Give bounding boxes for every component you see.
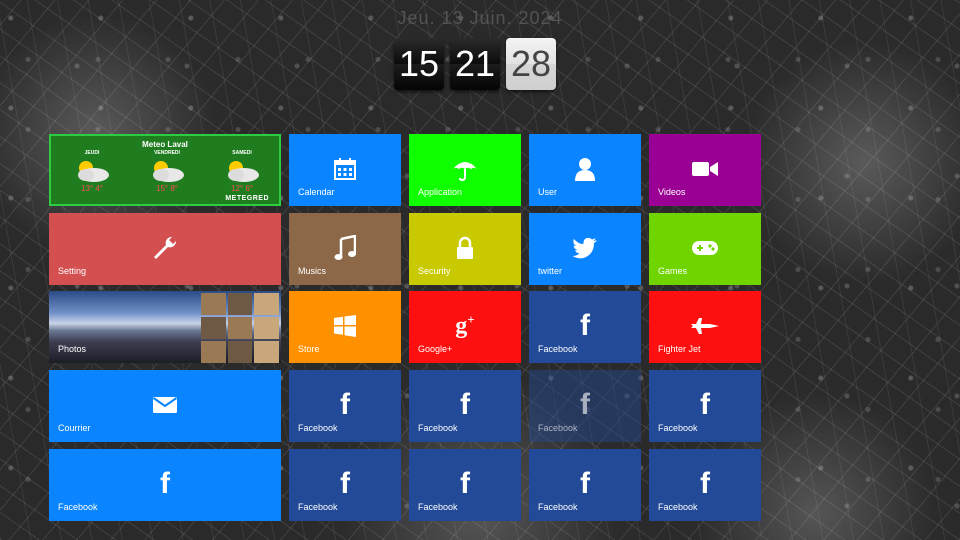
- facebook-label: Facebook: [538, 423, 578, 433]
- facebook-icon: f: [580, 467, 590, 500]
- calendar-label: Calendar: [298, 187, 335, 197]
- games-tile[interactable]: Games: [649, 213, 761, 285]
- clock-hours: 15: [394, 38, 444, 90]
- user-tile[interactable]: User: [529, 134, 641, 206]
- date-display: Jeu. 13 Juin. 2024: [397, 8, 563, 28]
- weather-tile[interactable]: Meteo Laval JEUDI 13° 4° VENDREDI 15° 8°…: [49, 134, 281, 206]
- photos-thumbnail-grid: [201, 293, 279, 363]
- google-plus-icon: g+: [455, 312, 475, 339]
- photos-tile[interactable]: Photos: [49, 291, 281, 363]
- clock-minutes: 21: [450, 38, 500, 90]
- facebook-label: Facebook: [658, 423, 698, 433]
- sun-cloud-icon: [78, 161, 109, 182]
- fighter-jet-label: Fighter Jet: [658, 344, 701, 354]
- facebook-label: Facebook: [538, 502, 578, 512]
- flip-clock: 15 21 28: [394, 38, 556, 90]
- store-tile[interactable]: Store: [289, 291, 401, 363]
- facebook-label: Facebook: [418, 423, 458, 433]
- fighter-jet-tile[interactable]: Fighter Jet: [649, 291, 761, 363]
- facebook-tile[interactable]: f Facebook: [289, 370, 401, 442]
- application-label: Application: [418, 187, 463, 197]
- googleplus-tile[interactable]: g+ Google+: [409, 291, 521, 363]
- googleplus-label: Google+: [418, 344, 453, 354]
- clock-seconds: 28: [506, 38, 556, 90]
- calendar-icon: [334, 158, 356, 180]
- facebook-icon: f: [340, 388, 350, 421]
- video-camera-icon: [692, 162, 718, 176]
- wrench-icon: [154, 236, 177, 259]
- facebook-label: Facebook: [418, 502, 458, 512]
- security-tile[interactable]: Security: [409, 213, 521, 285]
- twitter-icon: [572, 237, 597, 259]
- facebook-icon: f: [460, 388, 470, 421]
- videos-label: Videos: [658, 187, 686, 197]
- weather-temp-1: 13° 4°: [81, 184, 103, 193]
- courrier-tile[interactable]: Courrier: [49, 370, 281, 442]
- facebook-icon: f: [700, 467, 710, 500]
- facebook-label: Facebook: [538, 344, 578, 354]
- music-icon: [334, 235, 356, 260]
- facebook-tile[interactable]: f Facebook: [409, 370, 521, 442]
- facebook-tile[interactable]: f Facebook: [529, 449, 641, 521]
- facebook-icon: f: [460, 467, 470, 500]
- facebook-icon: f: [700, 388, 710, 421]
- facebook-label: Facebook: [298, 502, 338, 512]
- store-label: Store: [298, 344, 320, 354]
- fighter-jet-icon: [691, 318, 719, 334]
- facebook-tile[interactable]: f Facebook: [529, 370, 641, 442]
- lock-icon: [457, 236, 473, 259]
- umbrella-icon: [453, 162, 477, 182]
- facebook-tile[interactable]: f Facebook: [649, 370, 761, 442]
- windows-icon: [334, 315, 356, 337]
- facebook-tile[interactable]: f Facebook: [529, 291, 641, 363]
- weather-day-1: JEUDI: [84, 150, 100, 156]
- videos-tile[interactable]: Videos: [649, 134, 761, 206]
- gamepad-icon: [692, 241, 718, 255]
- weather-day-3: SAMEDI: [232, 150, 252, 156]
- calendar-tile[interactable]: Calendar: [289, 134, 401, 206]
- photos-label: Photos: [58, 344, 87, 354]
- musics-label: Musics: [298, 266, 327, 276]
- facebook-icon: f: [580, 388, 590, 421]
- facebook-icon: f: [160, 467, 170, 500]
- weather-brand: METEGRED: [225, 195, 269, 202]
- weather-title: Meteo Laval: [142, 140, 188, 149]
- facebook-tile[interactable]: f Facebook: [289, 449, 401, 521]
- facebook-tile[interactable]: f Facebook: [649, 449, 761, 521]
- facebook-label: Facebook: [658, 502, 698, 512]
- facebook-label: Facebook: [58, 502, 98, 512]
- weather-temp-3: 12° 6°: [231, 184, 253, 193]
- weather-temp-2: 15° 8°: [156, 184, 178, 193]
- facebook-icon: f: [340, 467, 350, 500]
- security-label: Security: [418, 266, 451, 276]
- envelope-icon: [152, 397, 178, 413]
- user-icon: [575, 158, 595, 181]
- twitter-label: twitter: [538, 266, 563, 276]
- courrier-label: Courrier: [58, 423, 91, 433]
- weather-day-2: VENDREDI: [154, 150, 180, 156]
- setting-label: Setting: [58, 266, 87, 276]
- sun-cloud-icon: [153, 161, 184, 182]
- musics-tile[interactable]: Musics: [289, 213, 401, 285]
- user-label: User: [538, 187, 558, 197]
- setting-tile[interactable]: Setting: [49, 213, 281, 285]
- sun-cloud-icon: [228, 161, 259, 182]
- facebook-tile[interactable]: f Facebook: [409, 449, 521, 521]
- application-tile[interactable]: Application: [409, 134, 521, 206]
- twitter-tile[interactable]: twitter: [529, 213, 641, 285]
- facebook-icon: f: [580, 309, 590, 342]
- facebook-label: Facebook: [298, 423, 338, 433]
- facebook-wide-tile[interactable]: f Facebook: [49, 449, 281, 521]
- games-label: Games: [658, 266, 688, 276]
